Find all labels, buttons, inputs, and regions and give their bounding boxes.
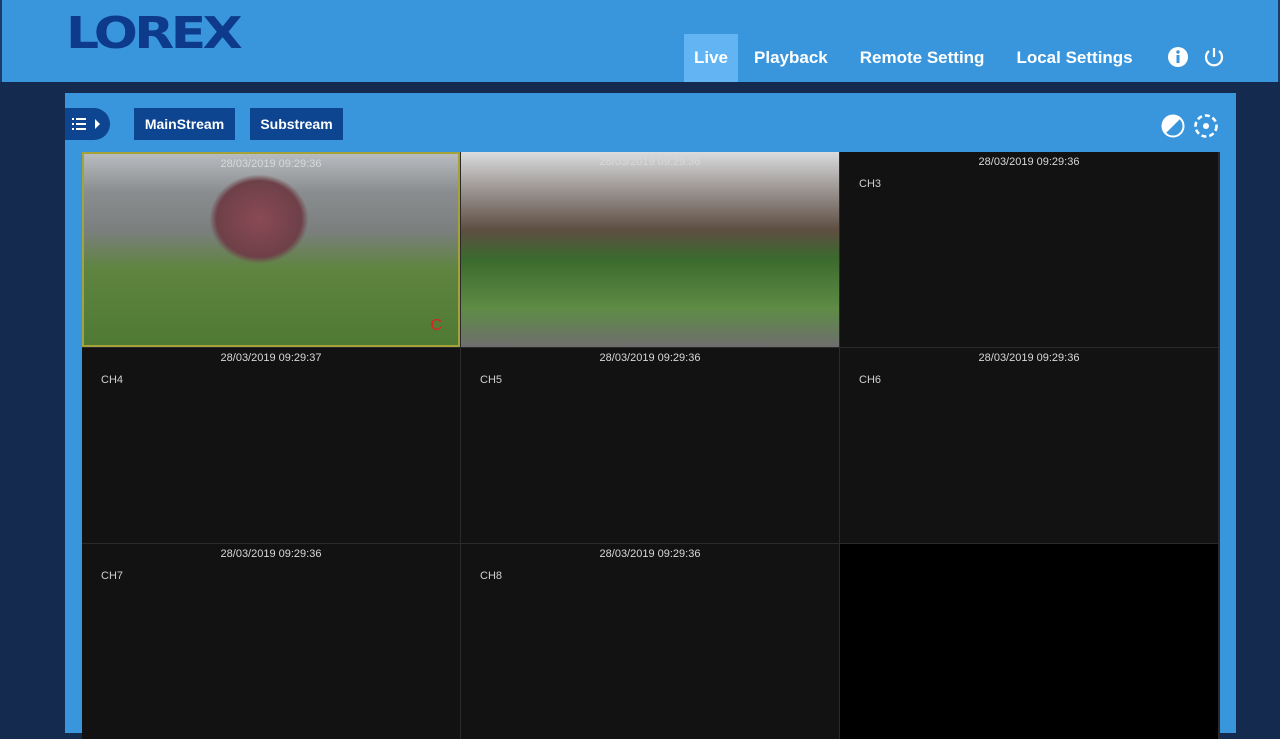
channel-label: CH4 — [101, 374, 124, 386]
camera-tile-3[interactable]: 28/03/2019 09:29:36 CH3 — [840, 152, 1218, 347]
camera-tile-8[interactable]: 28/03/2019 09:29:36 CH8 — [461, 544, 839, 739]
camera-tile-7[interactable]: 28/03/2019 09:29:36 CH7 — [82, 544, 460, 739]
lorex-logo: LOREX — [66, 8, 243, 59]
channel-label: CH8 — [480, 570, 503, 582]
channel-label: CH3 — [859, 178, 882, 190]
settings-icon[interactable] — [1193, 113, 1219, 139]
nav-remote-setting[interactable]: Remote Setting — [844, 34, 1001, 82]
timestamp: 28/03/2019 09:29:36 — [599, 352, 701, 364]
main-stream-button[interactable]: MainStream — [134, 108, 235, 140]
channel-label: CH6 — [859, 374, 882, 386]
camera-tile-5[interactable]: 28/03/2019 09:29:36 CH5 — [461, 348, 839, 543]
channel-list-toggle[interactable] — [65, 108, 110, 140]
camera-grid: 28/03/2019 09:29:36 C 28/03/2019 09:29:3… — [82, 152, 1220, 739]
camera-feed-image — [209, 174, 309, 264]
recording-indicator: C — [430, 317, 442, 334]
channel-label: CH7 — [101, 570, 124, 582]
list-icon — [72, 118, 100, 130]
camera-tile-2[interactable]: 28/03/2019 09:29:36 — [461, 152, 839, 347]
timestamp: 28/03/2019 09:29:36 — [220, 158, 322, 170]
nav-live[interactable]: Live — [684, 34, 739, 82]
substream-button[interactable]: Substream — [250, 108, 343, 140]
camera-tile-empty[interactable] — [840, 544, 1218, 739]
timestamp: 28/03/2019 09:29:36 — [220, 548, 322, 560]
timestamp: 28/03/2019 09:29:36 — [599, 156, 701, 168]
main-nav: Live Playback Remote Setting Local Setti… — [684, 34, 1149, 82]
camera-tile-6[interactable]: 28/03/2019 09:29:36 CH6 — [840, 348, 1218, 543]
timestamp: 28/03/2019 09:29:36 — [978, 352, 1080, 364]
info-icon[interactable] — [1167, 46, 1189, 68]
camera-tile-1[interactable]: 28/03/2019 09:29:36 C — [82, 152, 460, 347]
nav-playback[interactable]: Playback — [738, 34, 844, 82]
camera-tile-4[interactable]: 28/03/2019 09:29:37 CH4 — [82, 348, 460, 543]
timestamp: 28/03/2019 09:29:36 — [978, 156, 1080, 168]
top-header: LOREX Live Playback Remote Setting Local… — [0, 0, 1280, 82]
power-icon[interactable] — [1203, 46, 1225, 68]
color-adjust-icon[interactable] — [1161, 114, 1185, 138]
timestamp: 28/03/2019 09:29:36 — [599, 548, 701, 560]
timestamp: 28/03/2019 09:29:37 — [220, 352, 322, 364]
live-panel: MainStream Substream 28/03/2019 09:29:36… — [65, 93, 1236, 739]
nav-local-settings[interactable]: Local Settings — [1000, 34, 1148, 82]
channel-label: CH5 — [480, 374, 503, 386]
